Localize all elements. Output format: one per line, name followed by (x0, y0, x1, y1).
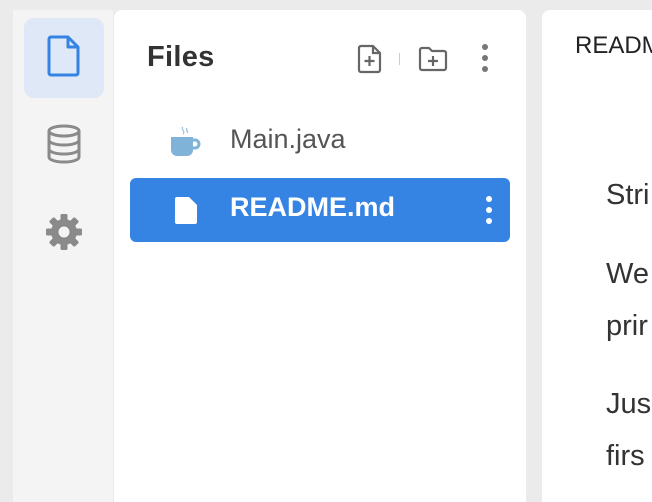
editor-text-line: prir (606, 310, 648, 342)
java-cup-icon (168, 125, 202, 164)
file-name: README.md (230, 192, 396, 222)
new-folder-icon[interactable] (417, 46, 449, 72)
editor-text-line: Stri (606, 179, 650, 211)
more-vertical-icon[interactable] (480, 42, 490, 74)
gear-icon (45, 213, 83, 256)
list-item-main-java[interactable]: Main.java (130, 110, 510, 174)
editor-text-line: firs (606, 440, 645, 472)
editor-text-line: We (606, 258, 649, 290)
document-icon (175, 197, 197, 229)
file-name: Main.java (230, 124, 346, 154)
files-panel: Files Main.java README.md (114, 10, 526, 502)
file-more-icon[interactable] (484, 195, 494, 230)
rail-settings-button[interactable] (24, 194, 104, 274)
database-icon (46, 124, 82, 169)
editor-tab-readme[interactable]: READM (575, 32, 652, 60)
list-item-readme-md[interactable]: README.md (130, 178, 510, 242)
files-title: Files (147, 41, 215, 73)
rail-database-button[interactable] (24, 106, 104, 186)
rail-files-button[interactable] (24, 18, 104, 98)
editor-text-line: Jus (606, 388, 652, 420)
editor-panel: READM Stri We prir Jus firs (542, 10, 652, 502)
new-file-icon[interactable] (357, 44, 383, 74)
activity-rail (13, 10, 113, 502)
file-icon (47, 35, 81, 82)
header-separator (399, 53, 400, 65)
